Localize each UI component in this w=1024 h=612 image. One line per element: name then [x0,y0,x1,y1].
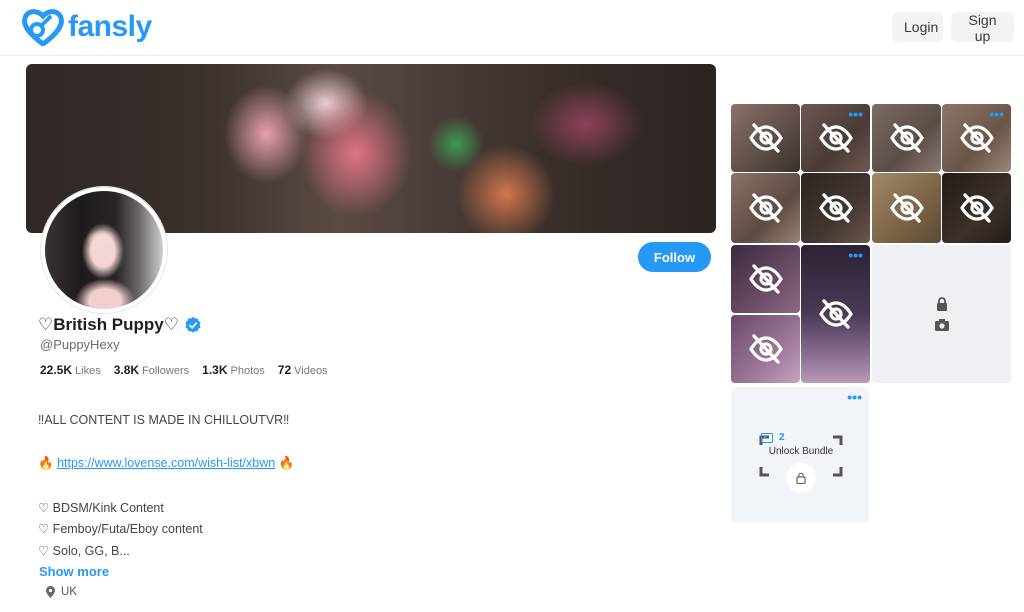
location-pin-icon [46,586,55,598]
bundle-count: 2 [761,432,785,443]
locked-media-tile[interactable] [872,245,1011,383]
fire-emoji: 🔥 [38,456,54,470]
hidden-media-tile[interactable]: ••• [801,104,870,172]
top-navigation-bar: fansly Login Sign up [0,0,1024,56]
hidden-media-tile[interactable] [942,173,1011,243]
logo-wordmark: fansly [68,10,152,43]
stat-likes: 22.5K Likes [40,363,101,377]
lock-icon [936,297,947,311]
profile-location: UK [46,586,77,598]
unlock-bundle-label: Unlock Bundle [768,446,834,457]
bio-line: ‼ALL CONTENT IS MADE IN CHILLOUTVR‼ [38,413,290,427]
eye-slash-icon [959,193,994,223]
hidden-media-tile[interactable]: ••• [942,104,1011,172]
bundle-tile[interactable]: ••• 2 Unlock Bundle [731,387,869,522]
profile-name-row: ♡British Puppy♡ [38,315,202,335]
hidden-media-tile[interactable] [801,173,870,243]
hidden-media-tile[interactable] [731,245,800,313]
eye-slash-icon [889,123,924,153]
eye-slash-icon [748,123,783,153]
hidden-media-tile[interactable] [731,104,800,172]
eye-slash-icon [818,299,853,329]
show-more-link[interactable]: Show more [39,564,109,579]
profile-avatar[interactable] [41,187,167,313]
login-button[interactable]: Login [892,12,943,42]
wishlist-link[interactable]: https://www.lovense.com/wish-list/xbwn [57,456,275,470]
lock-icon [796,472,806,484]
eye-slash-icon [959,123,994,153]
bio-line: ♡ BDSM/Kink Content [38,501,164,515]
fire-emoji: 🔥 [278,456,295,470]
stat-photos[interactable]: 1.3K Photos [202,363,265,377]
eye-slash-icon [748,193,783,223]
stat-followers[interactable]: 3.8K Followers [114,363,189,377]
eye-slash-icon [818,123,853,153]
signup-button[interactable]: Sign up [951,12,1014,44]
more-options-icon[interactable]: ••• [848,248,863,262]
hidden-media-tile[interactable] [872,173,941,243]
eye-slash-icon [748,264,783,294]
hidden-media-tile[interactable] [731,173,800,243]
hidden-media-tile[interactable]: ••• [801,245,870,383]
eye-slash-icon [748,334,783,364]
hidden-media-tile[interactable] [731,315,800,383]
bundle-lock-button[interactable] [786,463,816,493]
heart-logo-icon [22,9,64,46]
bio-line: ♡ Femboy/Futa/Eboy content [38,522,203,536]
eye-slash-icon [818,193,853,223]
fansly-logo[interactable]: fansly [22,8,152,46]
verified-badge-icon [185,316,201,333]
stat-videos[interactable]: 72 Videos [278,363,328,377]
bio-line: ♡ Solo, GG, B... [38,544,130,558]
display-name: ♡British Puppy♡ [38,315,179,334]
follow-button[interactable]: Follow [638,242,711,272]
bio-link-row: 🔥 https://www.lovense.com/wish-list/xbwn… [38,456,294,471]
more-options-icon[interactable]: ••• [847,390,862,404]
hidden-media-tile[interactable] [872,104,941,172]
profile-handle: @PuppyHexy [40,337,120,352]
more-options-icon[interactable]: ••• [989,107,1004,121]
more-options-icon[interactable]: ••• [848,107,863,121]
camera-icon [934,319,949,331]
image-stack-icon [761,432,773,443]
eye-slash-icon [889,193,924,223]
profile-stats: 22.5K Likes 3.8K Followers 1.3K Photos 72 Vi… [40,363,328,377]
